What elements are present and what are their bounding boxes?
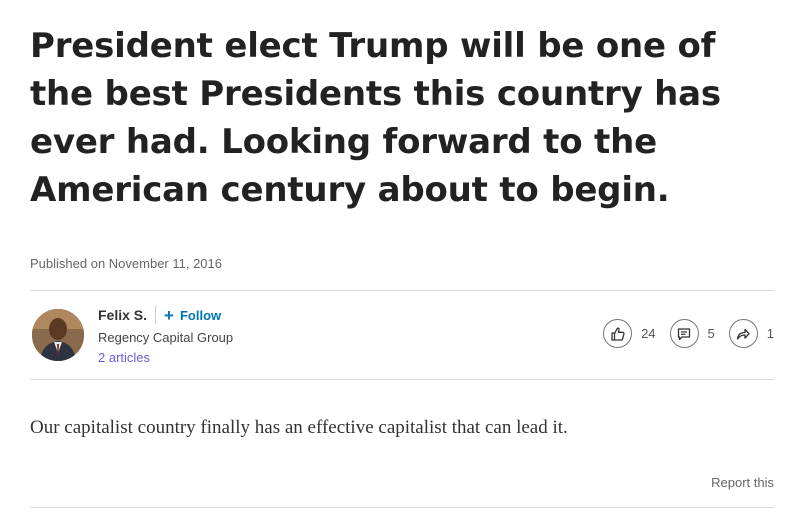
follow-label: Follow: [179, 307, 222, 323]
comment-count: 5: [707, 326, 715, 341]
author-name-row: Felix S. + Follow: [98, 305, 233, 325]
author-info: Felix S. + Follow Regency Capital Group …: [98, 305, 233, 368]
article-title: President elect Trump will be one of the…: [30, 26, 721, 210]
article-stats: 24 5 1: [589, 319, 774, 348]
follow-button[interactable]: + Follow: [164, 307, 221, 324]
author-company: Regency Capital Group: [98, 330, 234, 345]
published-date: Published on November 11, 2016: [30, 256, 222, 271]
comment-stat[interactable]: 5: [669, 319, 715, 348]
like-stat[interactable]: 24: [603, 319, 656, 348]
author-avatar[interactable]: [32, 309, 84, 361]
report-link[interactable]: Report this: [711, 475, 774, 490]
author-card: Felix S. + Follow Regency Capital Group …: [30, 291, 774, 379]
author-name[interactable]: Felix S.: [98, 307, 147, 323]
share-stat[interactable]: 1: [728, 319, 774, 348]
thumbs-up-icon[interactable]: [603, 319, 633, 348]
divider-bottom: [30, 507, 774, 508]
author-articles-link[interactable]: 2 articles: [98, 348, 233, 368]
name-divider: [155, 306, 157, 324]
article: President elect Trump will be one of the…: [30, 0, 774, 508]
like-count: 24: [641, 326, 656, 341]
comment-icon[interactable]: [669, 319, 699, 348]
divider-middle: [30, 379, 774, 380]
share-count: 1: [766, 326, 774, 341]
plus-icon: +: [164, 305, 174, 325]
article-body: Our capitalist country finally has an ef…: [30, 417, 568, 438]
report-row: Report this: [30, 474, 774, 494]
share-arrow-icon[interactable]: [728, 319, 758, 348]
